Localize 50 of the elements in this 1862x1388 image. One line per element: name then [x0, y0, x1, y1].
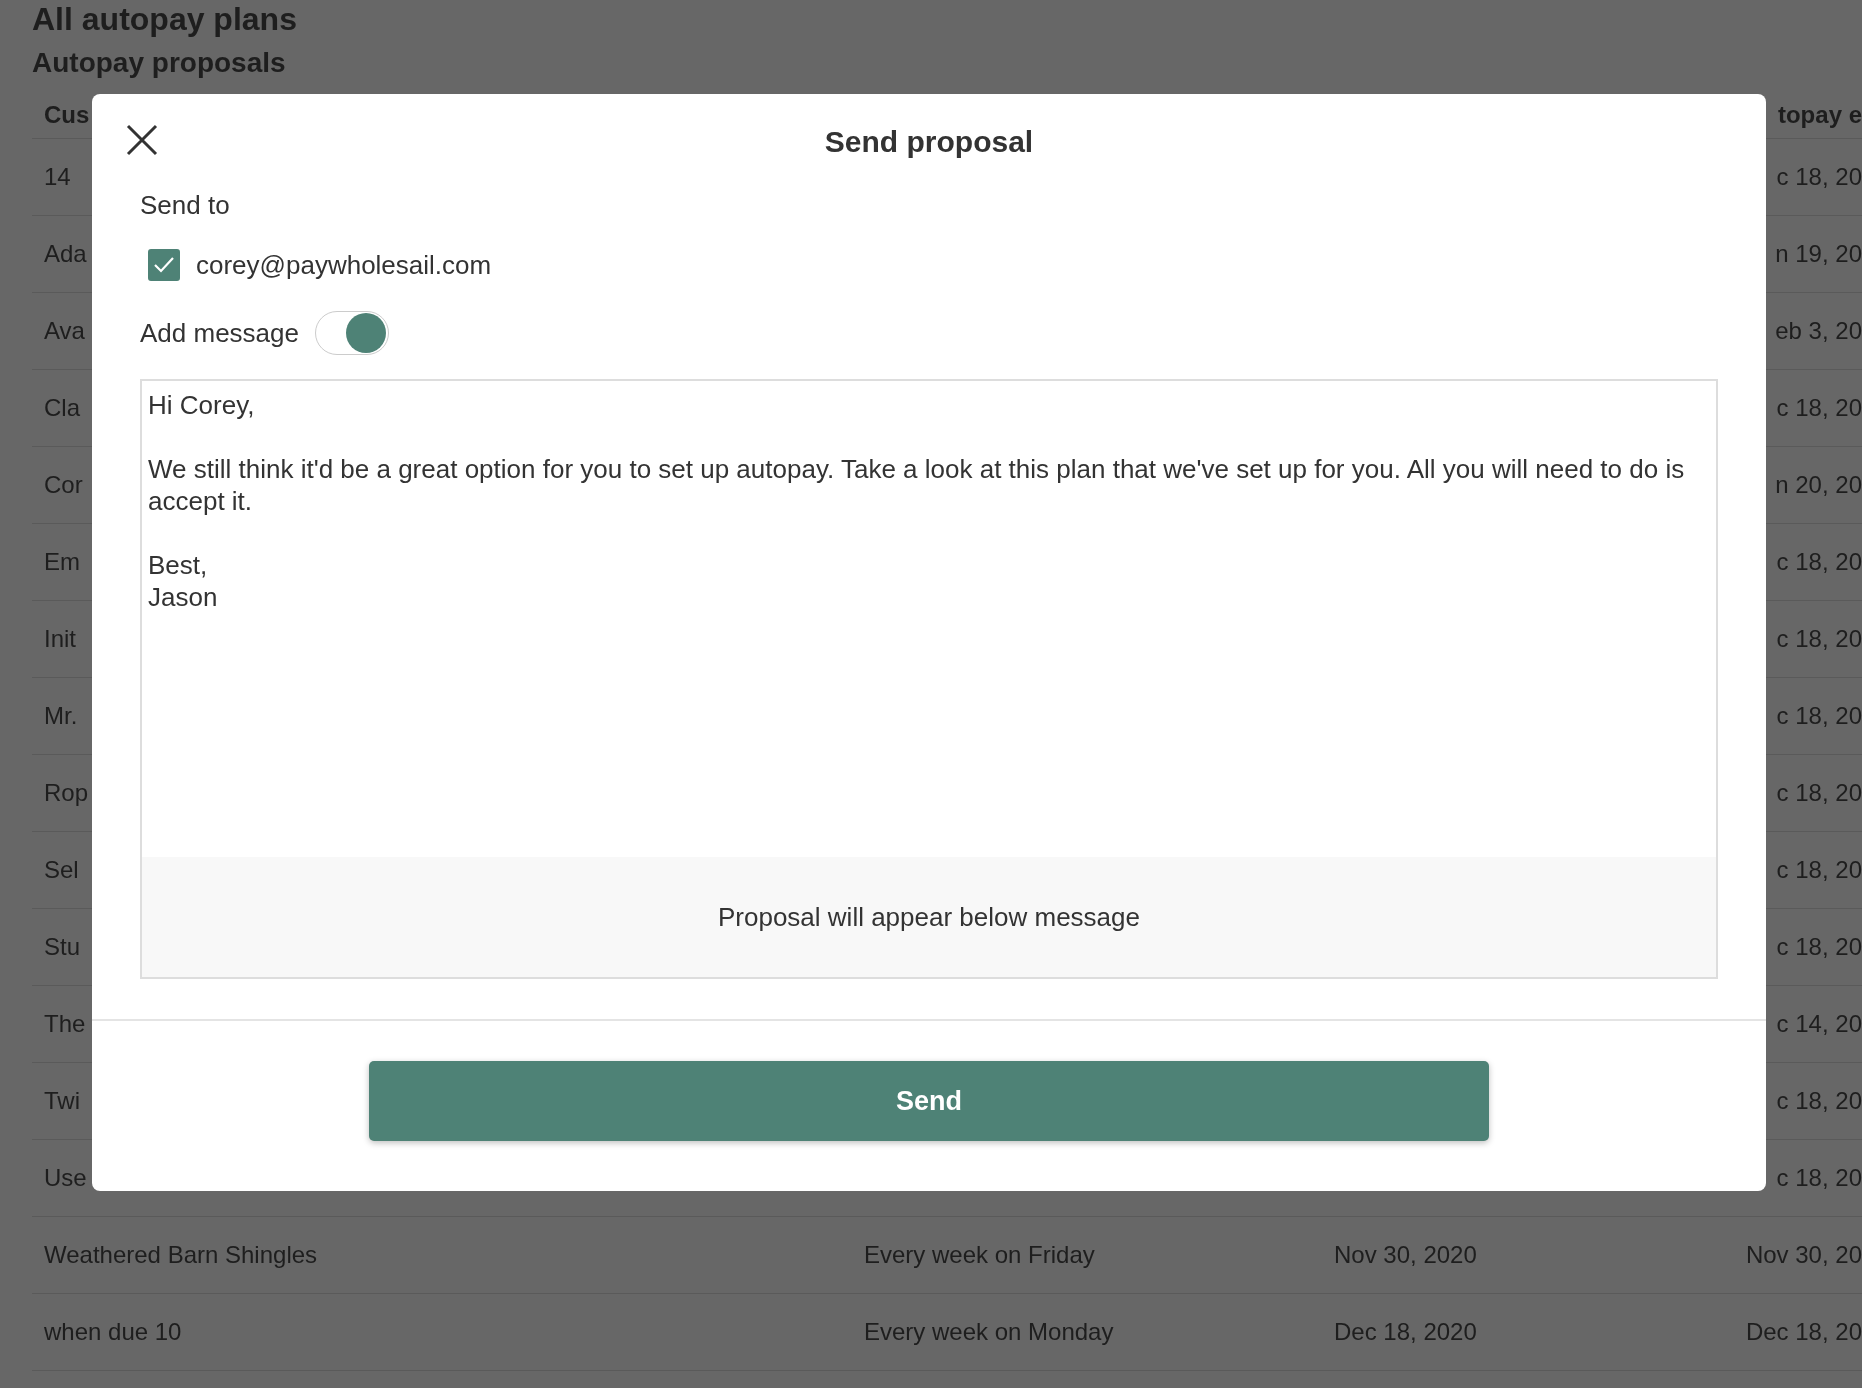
- table-cell-text: n 19, 20: [1774, 240, 1862, 268]
- toggle-switch[interactable]: [315, 311, 389, 355]
- table-cell-text: Ada: [43, 240, 87, 268]
- table-cell-text: c 18, 20: [1775, 163, 1862, 191]
- recipient-email: corey@paywholesail.com: [196, 249, 492, 281]
- table-cell-text: Dec 18, 20: [1744, 1318, 1862, 1346]
- table-cell-text: 14: [43, 163, 71, 191]
- table-cell-text: Sel: [43, 856, 79, 884]
- table-cell-text: Use: [43, 1164, 87, 1192]
- table-cell-text: when due 10: [43, 1318, 182, 1346]
- table-cell-text: Nov 30, 20: [1744, 1241, 1862, 1269]
- table-cell-text: Every week on Monday: [863, 1318, 1114, 1346]
- send-to-label: Send to: [140, 190, 231, 221]
- table-cell-text: Mr.: [43, 702, 78, 730]
- table-cell-text: Cla: [43, 394, 80, 422]
- table-cell-text: c 18, 20: [1775, 1164, 1862, 1192]
- table-cell-text: Nov 30, 2020: [1333, 1241, 1477, 1269]
- section-heading: Autopay proposals: [32, 46, 287, 80]
- table-cell-text: Weathered Barn Shingles: [43, 1241, 318, 1269]
- checkbox[interactable]: [148, 249, 180, 281]
- table-cell-text: c 18, 20: [1775, 548, 1862, 576]
- table-cell-text: c 18, 20: [1775, 856, 1862, 884]
- table-cell-text: c 18, 20: [1775, 779, 1862, 807]
- column-header: topay e: [1776, 101, 1862, 129]
- table-cell-text: n 20, 20: [1774, 471, 1862, 499]
- proposal-note: Proposal will appear below message: [142, 857, 1716, 977]
- table-cell-text: c 18, 20: [1775, 702, 1862, 730]
- table-cell-text: Stu: [43, 933, 81, 961]
- table-cell-text: eb 3, 20: [1774, 317, 1862, 345]
- message-field[interactable]: Hi Corey, We still think it'd be a great option for you to set up autopay. Take a look at this plan that we've set up for you. All you will need to do is accept it. Best, Jason Proposal will appear below message: [140, 379, 1718, 979]
- table-cell-text: Init: [43, 625, 76, 653]
- dialog-title: Send proposal: [824, 125, 1034, 159]
- table-cell-text: Ava: [43, 317, 85, 345]
- column-header: Cus: [43, 101, 90, 129]
- table-cell-text: Twi: [43, 1087, 80, 1115]
- table-cell-text: Dec 18, 2020: [1333, 1318, 1477, 1346]
- checkmark-icon: [153, 256, 175, 274]
- table-cell-text: c 14, 20: [1775, 1010, 1862, 1038]
- table-cell-text: Every week on Friday: [863, 1241, 1095, 1269]
- table-cell-text: c 18, 20: [1775, 933, 1862, 961]
- add-message-label: Add message: [140, 317, 299, 349]
- send-button[interactable]: Send: [369, 1061, 1489, 1141]
- table-cell-text: c 18, 20: [1775, 394, 1862, 422]
- table-cell-text: Cor: [43, 471, 83, 499]
- table-cell-text: The: [43, 1010, 86, 1038]
- table-cell-text: c 18, 20: [1775, 625, 1862, 653]
- page-title: All autopay plans: [32, 0, 298, 38]
- table-cell-text: Em: [43, 548, 80, 576]
- table-cell-text: Rop: [43, 779, 89, 807]
- table-cell-text: c 18, 20: [1775, 1087, 1862, 1115]
